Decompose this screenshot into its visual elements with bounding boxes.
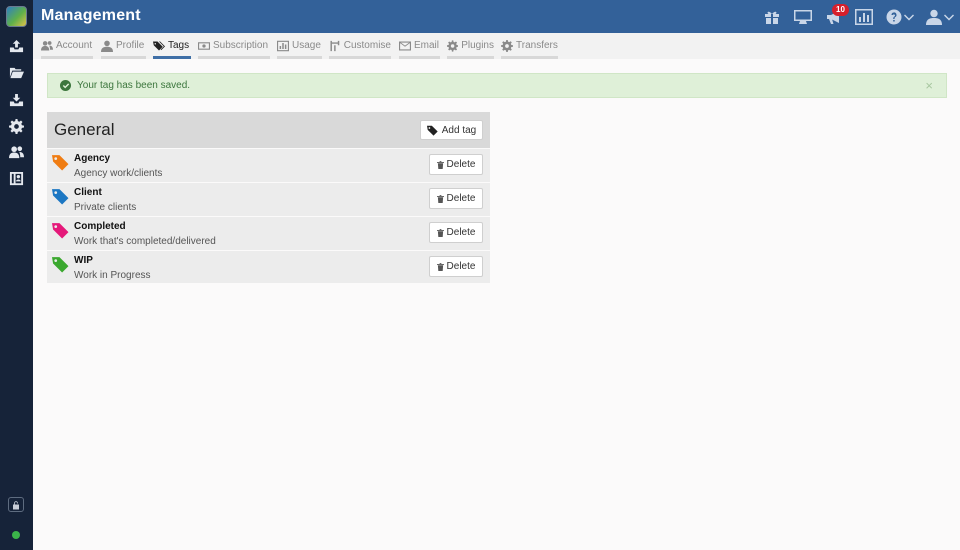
- tab-transfers[interactable]: Transfers: [501, 33, 558, 59]
- tag-icon: [426, 125, 438, 136]
- folder-open-icon[interactable]: [8, 64, 25, 81]
- tag-name: WIP: [74, 255, 93, 266]
- tag-row: Client Private clients Delete: [47, 182, 490, 215]
- delete-label: Delete: [446, 227, 476, 238]
- trash-icon: [436, 194, 444, 203]
- tab-label: Plugins: [461, 40, 494, 51]
- tab-profile[interactable]: Profile: [101, 33, 146, 59]
- cog-icon: [447, 39, 459, 52]
- chevron-down-icon[interactable]: [904, 8, 914, 26]
- tag-row: Agency Agency work/clients Delete: [47, 148, 490, 181]
- tab-label: Profile: [116, 40, 145, 51]
- inbox-upload-icon[interactable]: [8, 38, 25, 55]
- tag-description: Agency work/clients: [74, 168, 163, 179]
- success-alert: Your tag has been saved. ×: [47, 73, 947, 98]
- online-status-indicator: [12, 531, 20, 539]
- tag-icon: [52, 223, 69, 239]
- users-icon: [41, 40, 53, 50]
- cog-icon: [501, 39, 513, 52]
- tab-tags[interactable]: Tags: [153, 33, 191, 59]
- road-icon: [330, 40, 340, 51]
- delete-tag-button[interactable]: Delete: [429, 188, 483, 209]
- tab-usage[interactable]: Usage: [277, 33, 322, 59]
- tags-panel: General Add tag Agency Agency work/clien…: [47, 112, 490, 283]
- delete-label: Delete: [446, 159, 476, 170]
- inbox-download-icon[interactable]: [8, 92, 25, 109]
- tab-plugins[interactable]: Plugins: [447, 33, 494, 59]
- bar-chart-icon: [277, 40, 289, 51]
- page-title: Management: [41, 7, 141, 24]
- tab-customise[interactable]: Customise: [329, 33, 391, 59]
- panel-header: General Add tag: [47, 112, 490, 148]
- lock-icon[interactable]: [8, 497, 24, 512]
- tag-icon: [52, 155, 69, 171]
- desktop-monitor-icon[interactable]: [794, 8, 812, 26]
- close-icon[interactable]: ×: [925, 79, 933, 93]
- users-icon[interactable]: [8, 144, 25, 161]
- chevron-down-icon[interactable]: [944, 8, 954, 26]
- panel-title: General: [54, 120, 115, 139]
- sidebar: [0, 0, 33, 550]
- contacts-book-icon[interactable]: [8, 170, 25, 187]
- tab-label: Usage: [292, 40, 321, 51]
- tab-email[interactable]: Email: [399, 33, 440, 59]
- help-icon[interactable]: [886, 8, 902, 26]
- tag-name: Agency: [74, 153, 111, 164]
- tab-label: Transfers: [516, 40, 558, 51]
- gift-icon[interactable]: [764, 8, 780, 26]
- settings-tabs: Account Profile Tags Subscription Usage …: [33, 33, 960, 59]
- notification-badge: 10: [832, 4, 849, 16]
- delete-label: Delete: [446, 261, 476, 272]
- tab-label: Subscription: [213, 40, 269, 51]
- trash-icon: [436, 262, 444, 271]
- app-logo[interactable]: [6, 6, 27, 27]
- tag-icon: [52, 257, 69, 273]
- tag-name: Client: [74, 187, 102, 198]
- add-tag-label: Add tag: [441, 124, 477, 136]
- tag-name: Completed: [74, 221, 126, 232]
- tab-account[interactable]: Account: [41, 33, 93, 59]
- bar-chart-icon[interactable]: [855, 8, 873, 26]
- tag-description: Private clients: [74, 202, 137, 213]
- tab-subscription[interactable]: Subscription: [198, 33, 270, 59]
- user-account-icon[interactable]: [926, 8, 942, 26]
- delete-tag-button[interactable]: Delete: [429, 256, 483, 277]
- delete-tag-button[interactable]: Delete: [429, 222, 483, 243]
- money-icon: [198, 41, 210, 50]
- trash-icon: [436, 160, 444, 169]
- tab-label: Account: [56, 40, 93, 51]
- envelope-icon: [399, 41, 411, 50]
- delete-label: Delete: [446, 193, 476, 204]
- top-header: Management 10: [33, 0, 960, 33]
- tab-label: Email: [414, 40, 440, 51]
- tag-description: Work that's completed/delivered: [74, 236, 216, 247]
- cog-icon[interactable]: [8, 118, 25, 135]
- tags-icon: [153, 41, 165, 50]
- tag-icon: [52, 189, 69, 205]
- trash-icon: [436, 228, 444, 237]
- check-circle-icon: [60, 80, 71, 91]
- tab-label: Customise: [343, 40, 391, 51]
- add-tag-button[interactable]: Add tag: [420, 120, 483, 140]
- alert-message: Your tag has been saved.: [77, 80, 191, 91]
- tab-label: Tags: [168, 40, 190, 51]
- tag-description: Work in Progress: [74, 270, 151, 281]
- tag-row: WIP Work in Progress Delete: [47, 250, 490, 283]
- tag-row: Completed Work that's completed/delivere…: [47, 216, 490, 249]
- user-icon: [101, 40, 113, 52]
- delete-tag-button[interactable]: Delete: [429, 154, 483, 175]
